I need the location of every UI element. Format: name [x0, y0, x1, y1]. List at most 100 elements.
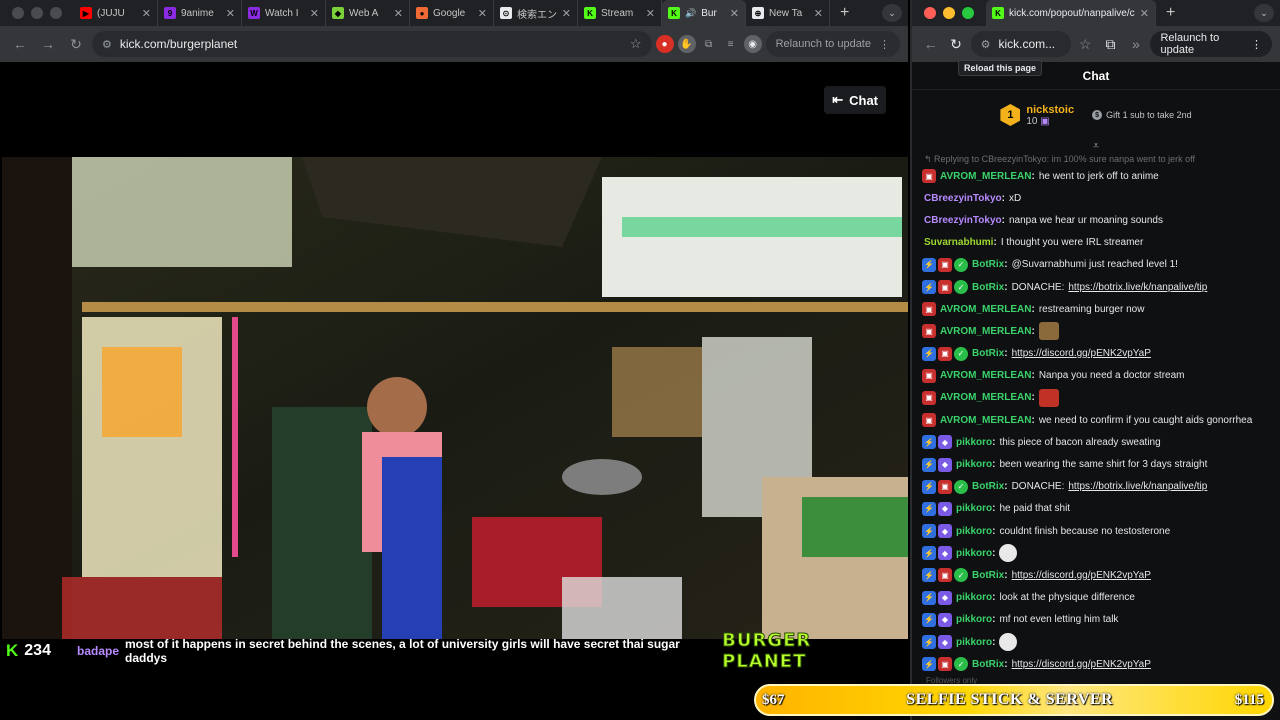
- collapse-banner-icon[interactable]: ⩡: [912, 140, 1280, 152]
- menu-kebab-icon[interactable]: ⋮: [1251, 38, 1262, 51]
- chat-message: Suvarnabhumi: I thought you were IRL stre…: [924, 237, 1144, 249]
- new-tab-button[interactable]: +: [1156, 4, 1185, 22]
- browser-tab[interactable]: ▶ (JUJU ✕: [74, 0, 158, 26]
- chat-username[interactable]: pikkoro: [956, 459, 992, 470]
- subscriber-badge-icon: ◆: [938, 590, 952, 605]
- tab-search-icon[interactable]: ⌄: [1254, 4, 1274, 22]
- address-bar[interactable]: ⚙ kick.com/burgerplanet ☆: [92, 31, 652, 57]
- goal-current: $67: [762, 691, 785, 708]
- chat-message: ▣ AVROM_MERLEAN: we need to confirm if you…: [922, 409, 1280, 431]
- chat-link[interactable]: https://botrix.live/k/nanpalive/tip: [1068, 282, 1207, 293]
- extensions-puzzle-icon[interactable]: ⧉: [1100, 32, 1121, 56]
- tab-strip: ▶ (JUJU ✕ 9 9anime ✕ W Watch I ✕ ◆ Web A ✕ ● Google ✕ ⊙…: [0, 0, 908, 26]
- bookmark-star-icon[interactable]: ☆: [630, 36, 642, 52]
- audio-playing-icon[interactable]: 🔊: [685, 8, 696, 19]
- gifter-name[interactable]: nickstoic: [1026, 104, 1074, 116]
- browser-tab[interactable]: ◆ Web A ✕: [326, 0, 410, 26]
- chat-link[interactable]: https://botrix.live/k/nanpalive/tip: [1068, 481, 1207, 492]
- video-player[interactable]: [2, 157, 908, 639]
- chat-username[interactable]: Suvarnabhumi: [924, 237, 993, 248]
- browser-tab[interactable]: K 🔊 Bur ✕: [662, 0, 746, 26]
- chat-username[interactable]: pikkoro: [956, 526, 992, 537]
- media-controls-icon[interactable]: ≡: [722, 35, 740, 53]
- zoom-window-button[interactable]: [50, 7, 62, 19]
- new-tab-button[interactable]: +: [830, 4, 859, 22]
- profile-avatar-icon[interactable]: ◉: [743, 35, 762, 53]
- browser-tab[interactable]: K Stream ✕: [578, 0, 662, 26]
- tab-favicon-icon: ◆: [332, 7, 344, 19]
- close-tab-icon[interactable]: ✕: [394, 7, 403, 20]
- browser-tab[interactable]: ⊕ New Ta ✕: [746, 0, 830, 26]
- popout-active-tab[interactable]: K kick.com/popout/nanpalive/c ✕: [986, 0, 1156, 26]
- close-tab-icon[interactable]: ✕: [478, 7, 487, 20]
- relaunch-button[interactable]: Relaunch to update ⋮: [765, 31, 900, 57]
- chat-username[interactable]: BotRix: [972, 348, 1004, 359]
- chat-username[interactable]: AVROM_MERLEAN: [940, 370, 1031, 381]
- close-tab-icon[interactable]: ✕: [310, 7, 319, 20]
- chat-username[interactable]: pikkoro: [956, 614, 992, 625]
- extensions-puzzle-icon[interactable]: ⧉: [700, 35, 718, 53]
- extension-hand-icon[interactable]: ✋: [677, 35, 696, 53]
- reload-icon[interactable]: ↻: [64, 32, 88, 56]
- chat-username[interactable]: CBreezyinTokyo: [924, 193, 1002, 204]
- bookmark-star-icon[interactable]: ☆: [1075, 32, 1096, 56]
- browser-tab[interactable]: ⊙ 検索エン ✕: [494, 0, 578, 26]
- tab-favicon-icon: W: [248, 7, 260, 19]
- chat-username[interactable]: pikkoro: [956, 503, 992, 514]
- chat-message: ⚡ ▣ ✓ BotRix: https://discord.gg/pENK2vpYaP: [922, 564, 1280, 586]
- zoom-window-button[interactable]: [962, 7, 974, 19]
- chat-link[interactable]: https://discord.gg/pENK2vpYaP: [1012, 570, 1151, 581]
- chat-username[interactable]: AVROM_MERLEAN: [940, 171, 1031, 182]
- extension-red-icon[interactable]: ●: [655, 35, 674, 53]
- chat-toggle-button[interactable]: ⇤ Chat: [824, 86, 886, 114]
- reload-tooltip: Reload this page: [958, 60, 1043, 76]
- chat-link[interactable]: https://discord.gg/pENK2vpYaP: [1012, 348, 1151, 359]
- relaunch-button[interactable]: Relaunch to update ⋮: [1150, 31, 1273, 57]
- forward-icon[interactable]: →: [36, 32, 60, 56]
- chat-username[interactable]: CBreezyinTokyo: [924, 215, 1002, 226]
- back-icon[interactable]: ←: [8, 32, 32, 56]
- minimize-window-button[interactable]: [31, 7, 43, 19]
- more-extensions-icon[interactable]: »: [1125, 32, 1146, 56]
- chat-username[interactable]: pikkoro: [956, 548, 992, 559]
- close-tab-icon[interactable]: ✕: [562, 7, 571, 20]
- chat-username[interactable]: AVROM_MERLEAN: [940, 392, 1031, 403]
- chat-message: CBreezyinTokyo: xD: [924, 192, 1022, 204]
- menu-kebab-icon[interactable]: ⋮: [879, 38, 890, 51]
- browser-tab[interactable]: W Watch I ✕: [242, 0, 326, 26]
- close-tab-icon[interactable]: ✕: [646, 7, 655, 20]
- site-info-icon[interactable]: ⚙: [981, 38, 991, 51]
- chat-popout-window: K kick.com/popout/nanpalive/c ✕ + ⌄ ← ↻ …: [910, 0, 1280, 720]
- back-icon[interactable]: ←: [920, 32, 941, 56]
- reload-icon[interactable]: ↻: [945, 32, 966, 56]
- close-window-button[interactable]: [12, 7, 24, 19]
- chat-username[interactable]: pikkoro: [956, 592, 992, 603]
- close-window-button[interactable]: [924, 7, 936, 19]
- browser-tab[interactable]: ● Google ✕: [410, 0, 494, 26]
- chat-username[interactable]: AVROM_MERLEAN: [940, 326, 1031, 337]
- moderator-badge-icon: ▣: [922, 413, 936, 428]
- chat-username[interactable]: pikkoro: [956, 637, 992, 648]
- chat-emote-icon: [1038, 388, 1059, 407]
- site-info-icon[interactable]: ⚙: [102, 38, 112, 51]
- minimize-window-button[interactable]: [943, 7, 955, 19]
- chat-username[interactable]: BotRix: [972, 659, 1004, 670]
- chat-username[interactable]: BotRix: [972, 570, 1004, 581]
- chat-link[interactable]: https://discord.gg/pENK2vpYaP: [1012, 659, 1151, 670]
- chat-username[interactable]: BotRix: [972, 259, 1004, 270]
- chat-username[interactable]: pikkoro: [956, 437, 992, 448]
- address-bar[interactable]: ⚙ kick.com...: [970, 31, 1071, 57]
- close-tab-icon[interactable]: ✕: [814, 7, 823, 20]
- chat-username[interactable]: AVROM_MERLEAN: [940, 304, 1031, 315]
- gift-sub-hint[interactable]: $ Gift 1 sub to take 2nd: [1092, 110, 1192, 120]
- chat-message: ⚡ ▣ ✓ BotRix: DONACHE: https://botrix.live/k…: [922, 476, 1280, 498]
- tab-search-icon[interactable]: ⌄: [882, 4, 902, 22]
- chat-username[interactable]: BotRix: [972, 282, 1004, 293]
- chat-username[interactable]: AVROM_MERLEAN: [940, 415, 1031, 426]
- close-tab-icon[interactable]: ✕: [730, 7, 739, 20]
- chat-username[interactable]: BotRix: [972, 481, 1004, 492]
- browser-tab[interactable]: 9 9anime ✕: [158, 0, 242, 26]
- close-tab-icon[interactable]: ✕: [1140, 7, 1149, 20]
- close-tab-icon[interactable]: ✕: [142, 7, 151, 20]
- close-tab-icon[interactable]: ✕: [226, 7, 235, 20]
